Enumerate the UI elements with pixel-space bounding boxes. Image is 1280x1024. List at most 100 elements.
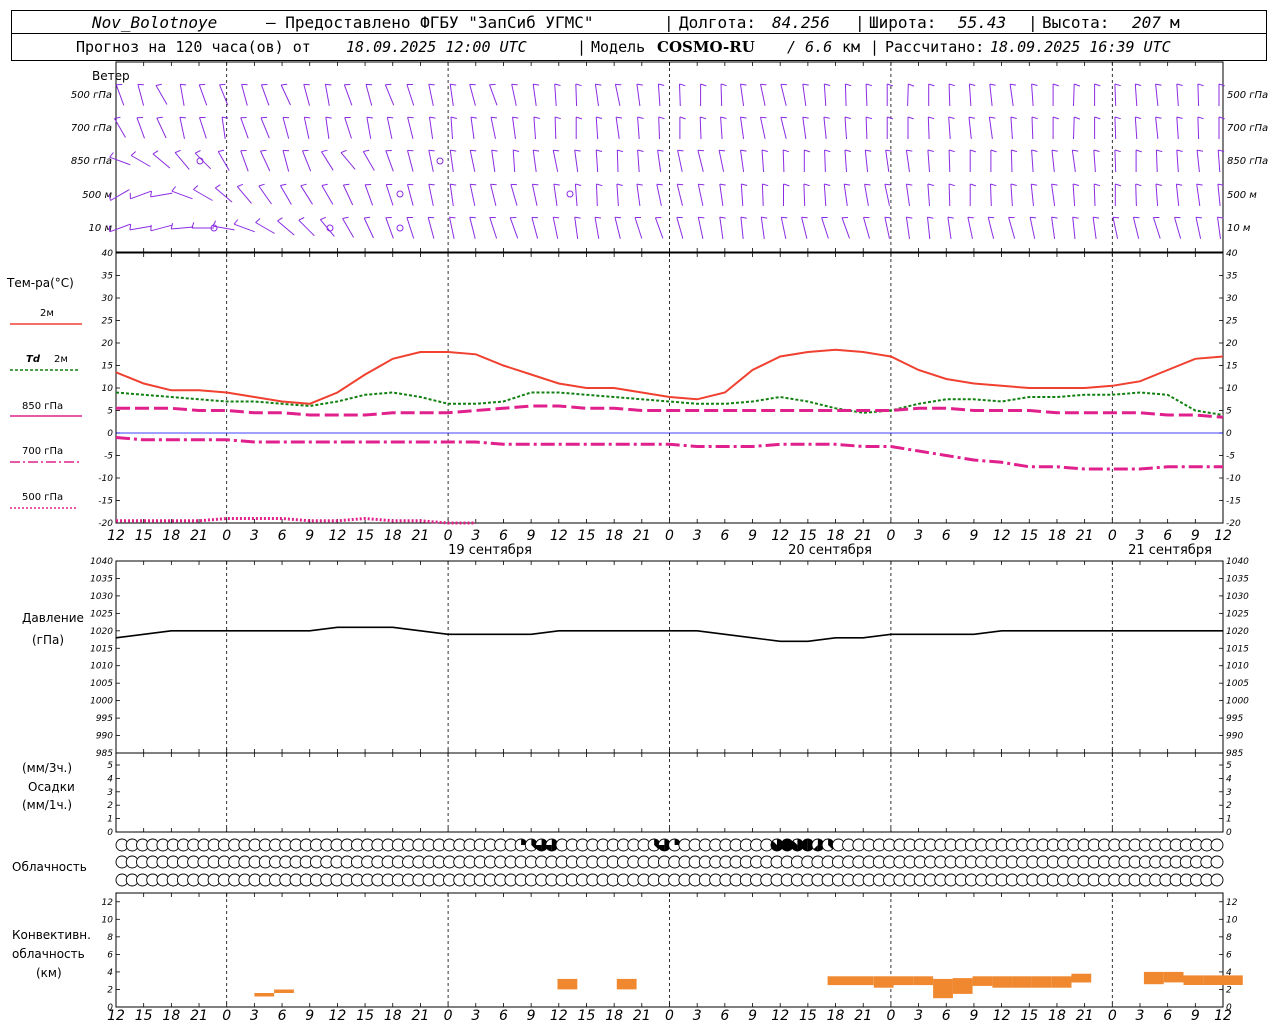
wind-barb [553, 184, 558, 206]
wind-barb [658, 116, 660, 140]
wind-barb-flag [1196, 183, 1203, 186]
y-tick-label: -10 [98, 474, 113, 484]
wind-barb-flag [720, 116, 727, 119]
conv-cloud-bar [1012, 976, 1032, 988]
y-tick-label: 2 [107, 801, 113, 811]
x-tick-label: 3 [693, 1008, 702, 1024]
wind-barb [844, 116, 847, 140]
wind-barb-flag [129, 223, 132, 230]
wind-barb-flag [553, 183, 560, 186]
cloud-cover-fill [535, 845, 542, 851]
wind-barb [1010, 149, 1013, 173]
wind-barb-flag [574, 216, 581, 219]
wind-barb [282, 117, 290, 139]
wind-barb-flag [576, 116, 583, 120]
y-tick-label: -15 [1226, 497, 1241, 507]
wind-barb [740, 183, 744, 207]
wind-barb [150, 192, 173, 198]
wind-barb [512, 149, 516, 173]
x-tick-label: 21 [854, 1008, 872, 1024]
x-tick-label: 3 [471, 1008, 480, 1024]
wind-barb-flag [511, 83, 518, 86]
wind-barb-flag [321, 183, 328, 186]
wind-barb [841, 217, 850, 239]
wind-barb-flag [554, 116, 561, 120]
y-tick-label: 990 [1226, 732, 1243, 742]
wind-barb [531, 217, 539, 239]
y-tick-label: 0 [107, 429, 113, 439]
wind-barb [171, 190, 193, 200]
x-tick-label: 0 [665, 1008, 674, 1024]
wind-barb [554, 116, 557, 140]
wind-barb [760, 217, 765, 239]
wind-barb [449, 184, 454, 206]
wind-barb [260, 117, 270, 139]
y-tick-label: 25 [1226, 317, 1238, 327]
wind-barb-flag [533, 116, 540, 119]
wind-barb-flag [218, 149, 225, 152]
wind-barb [782, 149, 785, 173]
wind-label: Ветер [92, 69, 130, 83]
wind-barb [1031, 83, 1034, 107]
wind-barb-flag [491, 149, 498, 152]
wind-barb [780, 117, 787, 139]
wind-barb [1072, 217, 1076, 239]
y-tick-label: 1 [107, 815, 113, 825]
wind-barb [718, 150, 725, 172]
wind-level-label: 500 гПа [1227, 90, 1268, 101]
wind-barb-flag [320, 216, 327, 221]
wind-barb-flag [304, 116, 311, 119]
wind-barb [340, 152, 356, 170]
x-tick-label: 9 [1191, 528, 1200, 544]
wind-barb [1031, 149, 1034, 173]
x-tick-label: 6 [942, 528, 951, 544]
x-tick-label: 12 [107, 1008, 125, 1024]
y-tick-label: -15 [98, 497, 113, 507]
wind-barb-flag [1010, 83, 1017, 86]
x-tick-label: 21 [190, 528, 208, 544]
wind-barb-flag [1197, 83, 1204, 87]
wind-barb [532, 84, 537, 106]
wind-barb-flag [298, 217, 305, 221]
wind-barb [428, 84, 434, 106]
x-tick-label: 0 [886, 1008, 895, 1024]
wind-barb [720, 83, 723, 107]
wind-barb [614, 84, 621, 106]
wind-barb [152, 153, 171, 169]
wind-barb [1092, 217, 1097, 239]
x-tick-label: 9 [527, 528, 536, 544]
wind-barb-flag [927, 183, 934, 186]
wind-barb [365, 84, 373, 106]
calm-wind-circle [196, 157, 204, 165]
x-tick-label: 21 [854, 528, 872, 544]
wind-barb [927, 183, 930, 207]
y-tick-label: 40 [102, 249, 114, 259]
wind-barb-flag [553, 149, 560, 152]
wind-barb [552, 150, 559, 172]
wind-barb [198, 84, 208, 106]
x-tick-label: 15 [356, 1008, 374, 1024]
wind-barb-flag [1010, 116, 1017, 119]
wind-barb [905, 184, 910, 206]
wind-barb [406, 217, 415, 239]
cloud-cover-fill [545, 845, 552, 851]
wind-barb-flag [616, 183, 623, 186]
wind-barb [780, 84, 787, 106]
wind-barb-flag [554, 83, 561, 86]
wind-barb-flag [989, 116, 996, 119]
conv-cloud-bar [1031, 976, 1052, 988]
wind-barb [241, 84, 248, 106]
x-tick-label: 12 [550, 528, 568, 544]
wind-barb-flag [844, 149, 851, 152]
legend-td-label: 2м [54, 354, 68, 365]
wind-barb [636, 84, 641, 106]
x-tick-label: 15 [578, 1008, 596, 1024]
wind-barb [1073, 116, 1075, 140]
wind-barb [615, 117, 620, 139]
wind-barb-flag [1114, 83, 1121, 87]
wind-barb-flag [596, 116, 603, 119]
y-tick-label: 5 [1226, 407, 1232, 417]
wind-barb-flag [1051, 183, 1058, 186]
y-tick-label: 4 [107, 968, 113, 978]
wind-barb [802, 117, 807, 139]
